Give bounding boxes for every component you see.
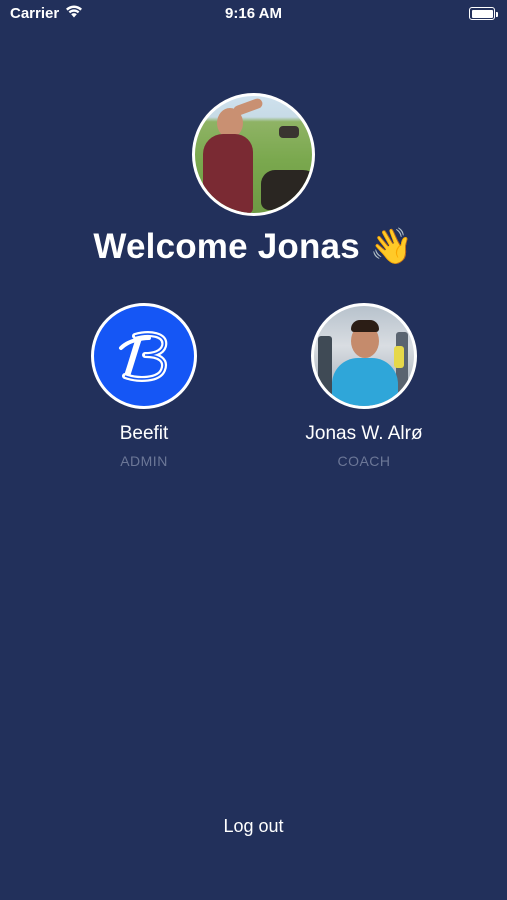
status-right (469, 7, 498, 20)
account-name: Jonas W. Alrø (305, 423, 423, 444)
status-time: 9:16 AM (225, 5, 282, 22)
welcome-heading: Welcome Jonas 👋 (0, 226, 507, 267)
beefit-logo-avatar[interactable] (91, 303, 197, 409)
account-card-beefit[interactable]: Beefit ADMIN (44, 303, 244, 469)
coach-photo-avatar[interactable] (311, 303, 417, 409)
status-bar: Carrier 9:16 AM (0, 0, 507, 28)
beefit-logo-icon (119, 331, 168, 382)
account-name: Beefit (119, 423, 169, 444)
account-card-coach[interactable]: Jonas W. Alrø COACH (264, 303, 464, 469)
account-role: ADMIN (120, 453, 168, 469)
battery-icon (469, 7, 498, 20)
welcome-text: Welcome Jonas (93, 227, 360, 266)
logout-button[interactable]: Log out (0, 816, 507, 837)
profile-avatar[interactable] (192, 93, 315, 216)
account-role: COACH (337, 453, 391, 469)
waving-hand-icon: 👋 (369, 227, 414, 266)
